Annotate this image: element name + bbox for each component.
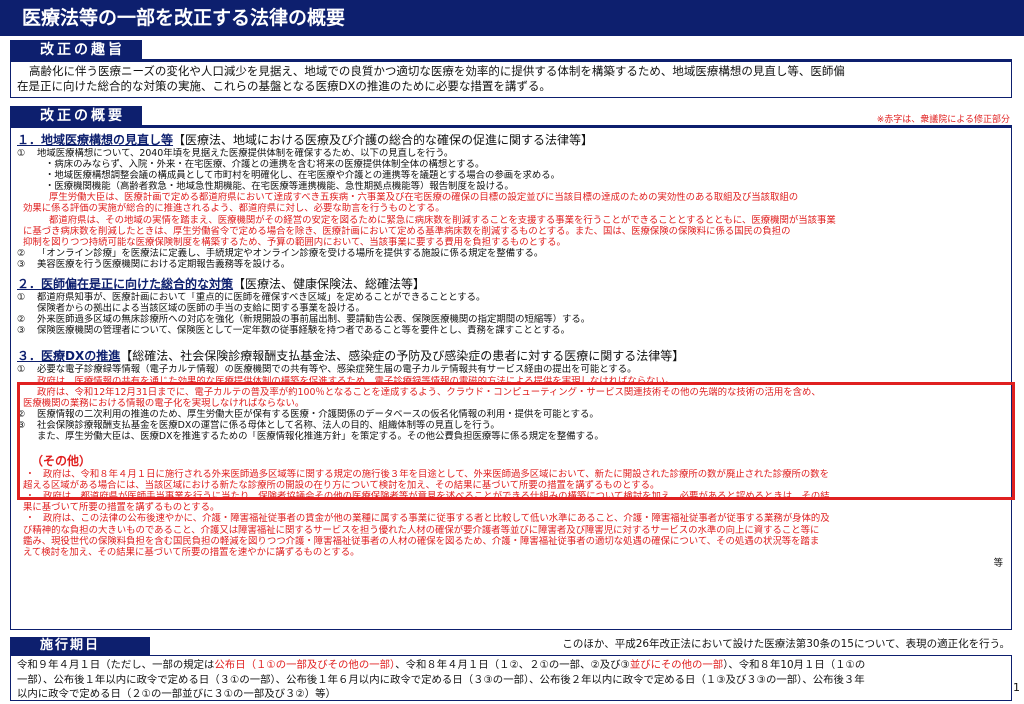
s1-item-2: ② 「オンライン診療」を医療法に定義し、手続規定やオンライン診療を受ける場所を提供… (17, 247, 544, 259)
shushi-line-2: 在是正に向けた総合的な対策の実施、これらの基盤となる医療DXの推進のために必要な… (17, 79, 551, 93)
s2-item-1-cont: 保険者からの拠出による当該区域の医師の手当の支給に関する事業を設ける。 (37, 303, 365, 315)
sonota-3-line-3: 鑑み、現役世代の保険料負担を含む国民負担の軽減を図りつつ介護・障害福祉従事者の人… (23, 535, 820, 547)
s1-red-2: 効果に係る評価の実施が総合的に推進されるよう、都道府県に対し、必要な助言を行うも… (23, 203, 445, 215)
sekou-line-3: 以内に政令で定める日（２①の一部並びに３①の一部及び３②）等） (17, 688, 336, 700)
s3-item-1: ① 必要な電子診療録等情報（電子カルテ情報）の医療機関での共有等や、感染症発生届の… (17, 364, 637, 376)
s2-item-1: ① 都道府県知事が、医療計画において「重点的に医師を確保すべき区域」を定めることが… (17, 292, 486, 304)
shushi-box: 高齢化に伴う医療ニーズの変化や人口減少を見据え、地域での良質かつ適切な医療を効率… (10, 61, 1012, 98)
s1-item-1: ① 地域医療構想について、2040年頃を見据えた医療提供体制を確保するため、以下の… (17, 148, 454, 159)
s1-red-5: 抑制を図りつつ持続可能な医療保険制度を構築するため、予算の範囲内において、当該事… (23, 236, 566, 248)
dx-highlight-box (17, 382, 1015, 500)
sekou-label: 施行期日 (10, 637, 150, 655)
s1-red-1: 厚生労働大臣は、医療計画で定める都道府県において達成すべき五疾病・六事業及び在宅… (49, 192, 799, 204)
s2-item-2: ② 外来医師過多区域の無床診療所への対応を強化（新規開設の事前届出制、要請勧告公表… (17, 314, 591, 326)
sekou-box: 令和９年４月１日（ただし、一部の規定は公布日（１①の一部及びその他の一部）、令和… (10, 655, 1012, 701)
section-2-heading: ２．医師偏在是正に向けた総合的な対策【医療法、健康保険法、総確法等】 (17, 276, 1005, 292)
s1-red-4: に基づき病床数を削減したときは、厚生労働省令で定める場合を除き、医療計画において… (23, 225, 791, 237)
s1-item-3: ③ 美容医療を行う医療機関における定期報告義務等を設ける。 (17, 258, 291, 270)
sekou-line-2: 一部）、公布後１年以内に政令で定める日（３①の一部）、公布後１年６月以内に政令で… (17, 673, 865, 686)
sonota-2-line-2: 果に基づいて所要の措置を講ずるものとする。 (23, 502, 220, 514)
s2-item-3: ③ 保険医療機関の管理者について、保険医として一定年数の従事経験を持つ者であること… (17, 325, 570, 337)
section-3-law: 【総確法、社会保険診療報酬支払基金法、感染症の予防及び感染症の患者に対する医療に… (120, 349, 685, 364)
shushi-label: 改正の趣旨 (10, 40, 142, 60)
s1-item-1-sub-1: ・病床のみならず、入院・外来・在宅医療、介護との連携を含む将来の医療提供体制全体… (45, 159, 485, 171)
sekou-line-1: 令和９年４月１日（ただし、一部の規定は公布日（１①の一部及びその他の一部）、令和… (17, 659, 866, 671)
shushi-line-1: 高齢化に伴う医療ニーズの変化や人口減少を見据え、地域での良質かつ適切な医療を効率… (29, 64, 845, 78)
shushi-body: 高齢化に伴う医療ニーズの変化や人口減少を見据え、地域での良質かつ適切な医療を効率… (11, 62, 1011, 94)
section-2-law: 【医療法、健康保険法、総確法等】 (233, 277, 426, 292)
s1-item-1-sub-2: ・地域医療構想調整会議の構成員として市町村を明確化し、在宅医療や介護との連携等を… (45, 170, 560, 182)
sonota-3-line-2: び精神的な負担の大きいものであること、介護又は障害福祉に関するサービスを担う優れ… (23, 524, 820, 536)
s1-item-1-sub-3: ・医療機関機能（高齢者救急・地域急性期機能、在宅医療等連携機能、急性期拠点機能等… (45, 181, 514, 193)
sonota-3-line-4: えて検討を加え、その結果に基づいて所要の措置を速やかに講ずるものとする。 (23, 546, 360, 558)
section-2-title: ２．医師偏在是正に向けた総合的な対策 (17, 277, 234, 292)
sonota-3-line-1: ・政府は、この法律の公布後速やかに、介護・障害福祉従事者の賃金が他の業種に属する… (25, 513, 830, 525)
section-3-title: ３．医療DXの推進 (17, 349, 121, 364)
s1-red-3: 都道府県は、その地域の実情を踏まえ、医療機関がその経営の安定を図るために緊急に病… (49, 214, 836, 226)
page-title: 医療法等の一部を改正する法律の概要 (22, 7, 346, 29)
section-1-title: １．地域医療構想の見直し等 (17, 133, 174, 147)
section-1-heading: １．地域医療構想の見直し等【医療法、地域における医療及び介護の総合的な確保の促進… (17, 132, 1005, 148)
sekou-note: このほか、平成26年改正法において設けた医療法第30条の15について、表現の適正… (562, 638, 1010, 650)
revision-note: ※赤字は、衆議院による修正部分 (876, 115, 1010, 125)
gaiyo-label: 改正の概要 (10, 106, 142, 126)
section-3-heading: ３．医療DXの推進【総確法、社会保険診療報酬支払基金法、感染症の予防及び感染症の… (17, 348, 1005, 364)
section-1-law: 【医療法、地域における医療及び介護の総合的な確保の促進に関する法律等】 (173, 133, 594, 147)
gaiyo-box: １．地域医療構想の見直し等【医療法、地域における医療及び介護の総合的な確保の促進… (10, 127, 1012, 630)
page-number: 1 (1013, 681, 1020, 694)
title-bar: 医療法等の一部を改正する法律の概要 (0, 0, 1024, 36)
